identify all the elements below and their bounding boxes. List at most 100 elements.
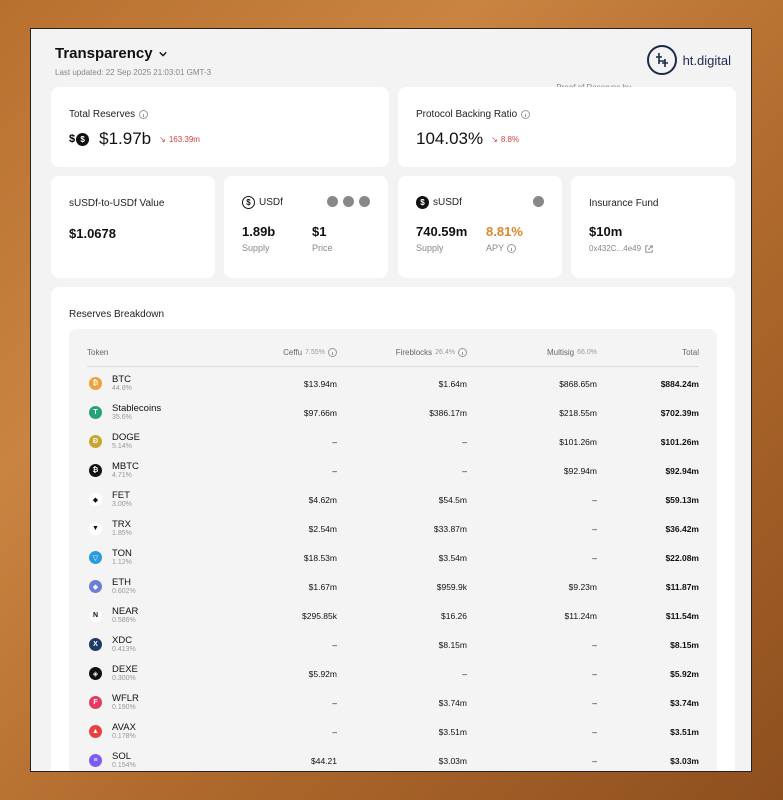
- token-name: WFLR: [112, 693, 139, 704]
- susdf-card: $ sUSDf 740.59m Supply 8.81% APY: [398, 176, 562, 278]
- col-header-ceffu: Ceffu 7.55%: [283, 348, 337, 357]
- token-icon: ◆: [89, 493, 102, 506]
- usdf-coin-icon: $: [242, 196, 255, 209]
- backing-ratio-value: 104.03%: [416, 129, 484, 148]
- last-updated: Last updated: 22 Sep 2025 21:03:01 GMT-3: [55, 68, 212, 77]
- table-row[interactable]: ◈ DEXE 0.300% $5.92m – – $5.92m: [69, 659, 717, 688]
- chain-icon: [359, 196, 370, 207]
- total-cell: $92.94m: [665, 466, 699, 476]
- brand-name: ht.digital: [682, 52, 731, 68]
- table-row[interactable]: ₿ BTC 44.8% $13.94m $1.64m $868.65m $884.24m: [69, 369, 717, 398]
- multisig-cell: –: [592, 727, 597, 737]
- usdf-header: $ USDf: [242, 196, 283, 209]
- title-text: Transparency: [55, 45, 153, 62]
- token-share: 5.14%: [112, 443, 132, 450]
- multisig-cell: $9.23m: [568, 582, 597, 592]
- total-cell: $3.51m: [670, 727, 699, 737]
- token-share: 1.85%: [112, 530, 132, 537]
- table-row[interactable]: ▲ AVAX 0.178% – $3.51m – $3.51m: [69, 717, 717, 746]
- col-header-token: Token: [87, 348, 109, 357]
- chevron-down-icon[interactable]: [158, 50, 167, 58]
- fireblocks-cell: $8.15m: [438, 640, 467, 650]
- multisig-cell: –: [592, 495, 597, 505]
- token-share: 4.71%: [112, 472, 132, 479]
- table-row[interactable]: ◆ ETH 0.602% $1.67m $959.9k $9.23m $11.87m: [69, 572, 717, 601]
- info-icon[interactable]: [458, 348, 467, 357]
- ceffu-cell: $4.62m: [308, 495, 337, 505]
- fireblocks-cell: –: [462, 437, 467, 447]
- chain-icon: [533, 196, 544, 207]
- table-row[interactable]: ₿ MBTC 4.71% – – $92.94m $92.94m: [69, 456, 717, 485]
- token-name: BTC: [112, 374, 131, 385]
- ceffu-cell: $2.54m: [308, 524, 337, 534]
- info-icon[interactable]: [328, 348, 337, 357]
- total-cell: $11.54m: [665, 611, 699, 621]
- token-name: Stablecoins: [112, 403, 162, 414]
- multisig-cell: $11.24m: [564, 611, 597, 621]
- token-icon: ▽: [89, 551, 102, 564]
- table-row[interactable]: X XDC 0.413% – $8.15m – $8.15m: [69, 630, 717, 659]
- external-link-icon: [645, 244, 653, 253]
- multisig-cell: –: [592, 756, 597, 766]
- token-icon: ▼: [89, 522, 102, 535]
- token-name: TRX: [112, 519, 131, 530]
- token-icon: Đ: [89, 435, 102, 448]
- multisig-cell: $92.94m: [563, 466, 597, 476]
- total-cell: $22.08m: [665, 553, 699, 563]
- insurance-fund-card: Insurance Fund $10m 0x432C...4e49: [571, 176, 735, 278]
- susdf-value-label: sUSDf-to-USDf Value: [69, 198, 165, 209]
- fireblocks-cell: $54.5m: [438, 495, 467, 505]
- trend-down-icon: ↘: [491, 134, 498, 144]
- ceffu-cell: –: [332, 466, 337, 476]
- total-reserves-label: Total Reserves: [69, 109, 149, 120]
- table-row[interactable]: ▽ TON 1.12% $18.53m $3.54m – $22.08m: [69, 543, 717, 572]
- reserves-breakdown-card: Reserves Breakdown Token Ceffu 7.55% Fir…: [51, 287, 735, 771]
- backing-ratio-change: 8.8%: [500, 134, 520, 144]
- backing-ratio-card: Protocol Backing Ratio 104.03% ↘ 8.8%: [398, 87, 736, 167]
- multisig-cell: –: [592, 640, 597, 650]
- susdf-header: $ sUSDf: [416, 196, 462, 209]
- ceffu-cell: $18.53m: [303, 553, 337, 563]
- total-reserves-card: Total Reserves $ $ $1.97b ↘ 163.39m: [51, 87, 389, 167]
- usdf-coin-icon: $: [76, 132, 90, 146]
- token-icon: ▲: [89, 725, 102, 738]
- info-icon[interactable]: [139, 110, 149, 119]
- fireblocks-cell: $3.74m: [438, 698, 467, 708]
- susdf-supply: 740.59m Supply: [416, 224, 468, 253]
- table-row[interactable]: ◆ FET 3.00% $4.62m $54.5m – $59.13m: [69, 485, 717, 514]
- ceffu-cell: –: [332, 698, 337, 708]
- token-name: TON: [112, 548, 132, 559]
- total-cell: $11.87m: [665, 582, 699, 592]
- brand-logo[interactable]: ht.digital: [646, 45, 731, 75]
- table-row[interactable]: T Stablecoins 35.6% $97.66m $386.17m $218.55m…: [69, 398, 717, 427]
- total-reserves-value: $1.97b: [99, 129, 152, 148]
- insurance-address-link[interactable]: 0x432C...4e49: [589, 244, 653, 253]
- token-name: XDC: [112, 635, 133, 646]
- fireblocks-cell: –: [462, 669, 467, 679]
- table-row[interactable]: F WFLR 0.190% – $3.74m – $3.74m: [69, 688, 717, 717]
- table-row[interactable]: ▼ TRX 1.85% $2.54m $33.87m – $36.42m: [69, 514, 717, 543]
- token-share: 3.00%: [112, 501, 132, 508]
- table-row[interactable]: N NEAR 0.586% $295.85k $16.26 $11.24m $11.54m: [69, 601, 717, 630]
- fireblocks-cell: $3.54m: [438, 553, 467, 563]
- token-icon: ₿: [89, 377, 102, 390]
- table-row[interactable]: ≡ SOL 0.154% $44.21 $3.03m – $3.03m: [69, 746, 717, 771]
- token-name: AVAX: [112, 722, 136, 733]
- ceffu-cell: $44.21: [311, 756, 337, 766]
- trend-down-icon: ↘: [159, 134, 166, 144]
- fireblocks-cell: $16.26: [441, 611, 467, 621]
- multisig-cell: –: [592, 524, 597, 534]
- chain-icons: [327, 196, 370, 207]
- susdf-apy: 8.81% APY: [486, 224, 523, 253]
- token-share: 0.154%: [112, 762, 136, 769]
- info-icon[interactable]: [507, 243, 517, 253]
- page-title[interactable]: Transparency: [55, 45, 731, 62]
- ceffu-cell: $13.94m: [303, 379, 337, 389]
- token-icon: N: [89, 609, 102, 622]
- table-row[interactable]: Đ DOGE 5.14% – – $101.26m $101.26m: [69, 427, 717, 456]
- info-icon[interactable]: [521, 110, 531, 119]
- multisig-cell: –: [592, 553, 597, 563]
- usdf-price: $1 Price: [312, 224, 333, 253]
- token-icon: T: [89, 406, 102, 419]
- total-reserves-change: 163.39m: [168, 134, 200, 144]
